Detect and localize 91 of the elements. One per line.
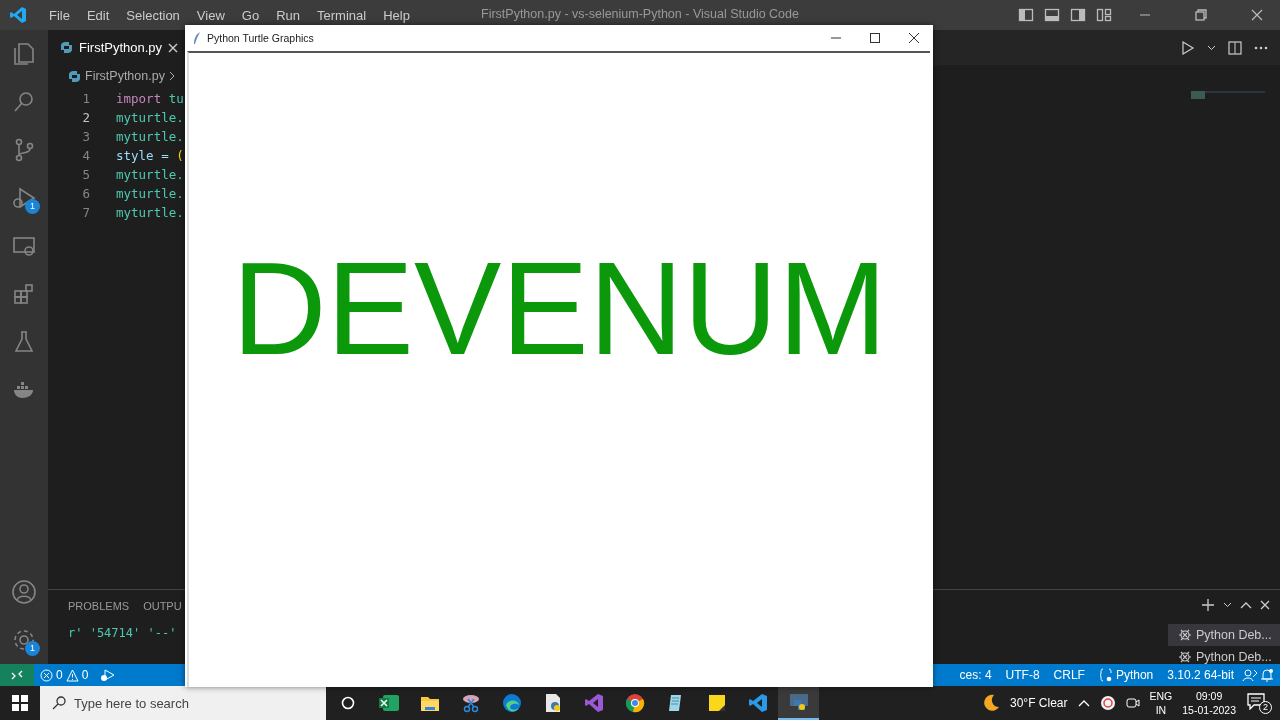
sticky-note-icon[interactable] <box>706 693 727 713</box>
run-icon[interactable] <box>1181 40 1195 55</box>
chevron-down-icon[interactable] <box>1223 602 1232 608</box>
debug-session-tab[interactable]: Python Deb... <box>1168 646 1280 668</box>
python-file-icon <box>60 41 73 54</box>
menu-item[interactable]: Terminal <box>309 7 376 23</box>
feather-icon <box>193 32 201 44</box>
remote-icon <box>11 669 23 681</box>
feedback-icon[interactable] <box>1242 668 1258 682</box>
restore-icon[interactable] <box>1195 9 1207 21</box>
menu-item[interactable]: Selection <box>118 7 189 23</box>
menu-item[interactable]: Help <box>375 7 419 23</box>
visual-studio-icon[interactable] <box>583 693 604 713</box>
browser-icon[interactable] <box>501 693 522 713</box>
gear-icon[interactable] <box>11 627 37 653</box>
warning-icon <box>65 668 79 682</box>
bug-icon <box>1178 628 1192 642</box>
bell-icon[interactable] <box>1260 668 1274 682</box>
line-number: 3 <box>81 129 91 144</box>
menu-item[interactable]: View <box>188 7 234 23</box>
taskbar-search-field[interactable]: Type here to search <box>40 686 326 720</box>
menu-item[interactable]: Go <box>233 7 269 23</box>
code-line: myturtle. <box>116 110 184 125</box>
plus-icon[interactable] <box>1201 598 1215 612</box>
panel-tab[interactable]: PROBLEMS <box>68 600 130 612</box>
split-editor-icon[interactable] <box>1228 40 1242 55</box>
chevron-down-icon[interactable] <box>1207 44 1216 51</box>
status-item[interactable]: Python <box>1092 668 1160 682</box>
debug-run-icon[interactable] <box>100 668 116 682</box>
count-badge: 1 <box>25 641 40 656</box>
code-line: style = ( <box>116 148 184 163</box>
chrome-icon[interactable] <box>624 693 645 713</box>
error-icon <box>40 668 53 682</box>
chevron-right-icon <box>168 71 175 81</box>
status-item[interactable]: UTF-8 <box>999 668 1046 682</box>
status-item[interactable]: 3.10.2 64-bit <box>1161 668 1240 682</box>
close-icon[interactable] <box>908 33 919 43</box>
code-line: myturtle. <box>116 186 184 201</box>
code-editor-icon[interactable] <box>747 693 768 713</box>
code-line: myturtle. <box>116 205 184 220</box>
scissors-icon[interactable] <box>460 693 481 713</box>
problems-button[interactable]: 0 0 <box>34 668 95 682</box>
line-number: 2 <box>81 110 91 125</box>
language-indicator[interactable]: ENG IN <box>1149 689 1173 717</box>
drawn-text: DEVENUM <box>231 243 888 376</box>
line-number: 7 <box>81 205 91 220</box>
notification-icon[interactable] <box>1246 692 1266 710</box>
window-title: Python Turtle Graphics <box>207 32 314 44</box>
window-title: FirstPython.py - vs-selenium-Python - Visual Studio Code <box>481 7 799 21</box>
chevron-up-icon[interactable] <box>1240 601 1252 609</box>
line-number: 6 <box>81 186 91 201</box>
files-icon[interactable] <box>11 41 37 67</box>
windows-start-icon[interactable] <box>12 695 28 711</box>
maximize-icon[interactable] <box>869 33 880 43</box>
code-line: myturtle. <box>116 129 184 144</box>
status-item[interactable]: CRLF <box>1047 668 1091 682</box>
braces-icon <box>1098 668 1113 682</box>
line-number: 4 <box>81 148 91 163</box>
weather-text[interactable]: 30°F Clear <box>1010 696 1068 710</box>
menu-item[interactable]: Edit <box>78 7 119 23</box>
clock[interactable]: 09:09 15-01-2023 <box>1182 689 1236 717</box>
secondary-sidebar-icon[interactable] <box>1070 7 1086 23</box>
close-icon[interactable] <box>1251 9 1263 21</box>
code-line: import tu <box>116 91 184 106</box>
moon-icon <box>982 694 1000 712</box>
line-number: 1 <box>81 91 91 106</box>
panel-toggle-icon[interactable] <box>1044 7 1060 23</box>
status-item[interactable]: ces: 4 <box>953 668 998 682</box>
sidebar-toggle-icon[interactable] <box>1018 7 1034 23</box>
record-icon[interactable] <box>1099 695 1116 711</box>
menu-item[interactable]: File <box>41 7 79 23</box>
spreadsheet-icon[interactable] <box>378 693 399 713</box>
line-number: 5 <box>81 167 91 182</box>
camera-icon[interactable] <box>1125 696 1140 710</box>
circle-icon[interactable] <box>341 696 355 710</box>
count-badge: 1 <box>25 199 40 214</box>
layout-icon[interactable] <box>1096 7 1112 23</box>
account-icon[interactable] <box>11 579 37 605</box>
count-badge: 2 <box>1259 701 1272 714</box>
editor-logo-icon <box>9 6 27 24</box>
run-debug-icon[interactable] <box>11 185 37 211</box>
menu-item[interactable]: Run <box>268 7 309 23</box>
search-icon <box>52 696 66 710</box>
output-text: r' '54714' '--' <box>68 626 177 640</box>
breadcrumb-item[interactable]: FirstPython.py <box>85 69 165 83</box>
panel-tab[interactable]: OUTPU <box>143 600 182 612</box>
bug-icon <box>1178 650 1192 664</box>
code-line: myturtle. <box>116 167 184 182</box>
more-icon[interactable] <box>1254 45 1268 50</box>
debug-session-tab[interactable]: Python Deb... <box>1168 624 1280 646</box>
python-file-icon <box>68 69 81 83</box>
